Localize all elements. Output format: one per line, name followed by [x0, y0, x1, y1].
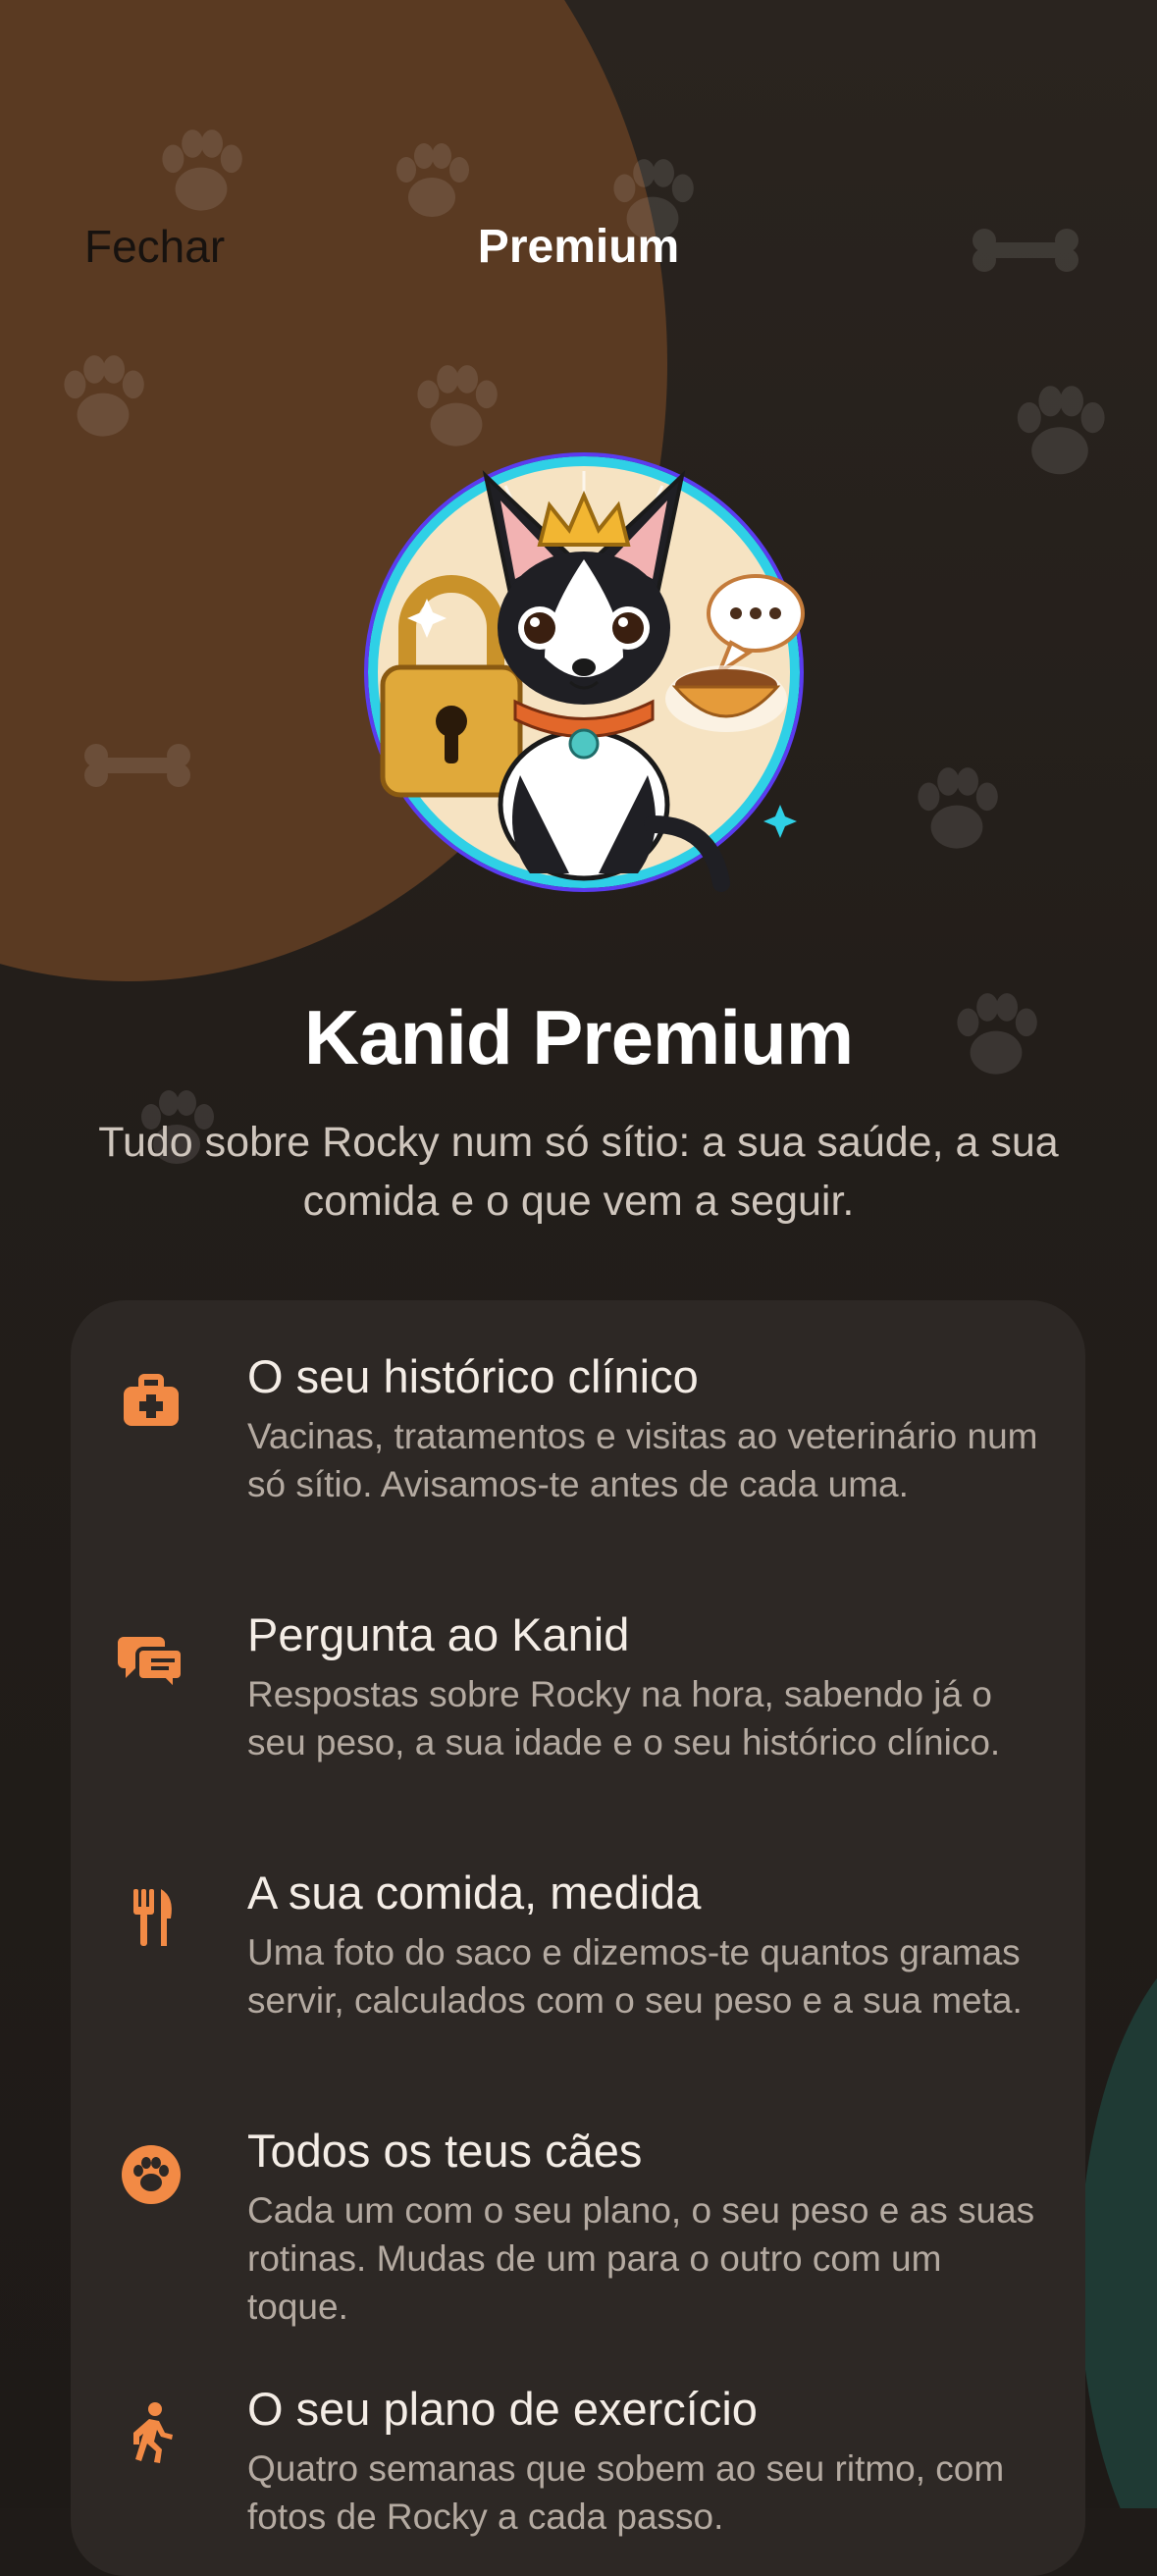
- feature-description: Cada um com o seu plano, o seu peso e as…: [247, 2190, 1035, 2327]
- walking-icon: [133, 2402, 173, 2463]
- food-bowl-icon: [665, 665, 787, 732]
- feature-title: O seu plano de exercício: [247, 2383, 758, 2435]
- feature-description: Uma foto do saco e dizemos-te quantos gr…: [247, 1932, 1023, 2021]
- features-card: O seu histórico clínico Vacinas, tratame…: [71, 1300, 1085, 2576]
- page-title: Premium: [477, 221, 680, 273]
- paw-print-decoration: [1017, 386, 1105, 475]
- premium-dog-illustration: [364, 452, 805, 892]
- feature-title: Todos os teus cães: [247, 2125, 643, 2177]
- chat-bubbles-icon: [118, 1637, 184, 1690]
- premium-subtitle: Tudo sobre Rocky num só sítio: a sua saú…: [98, 1119, 1059, 1225]
- fork-knife-icon: [133, 1889, 172, 1946]
- paw-print-decoration: [918, 767, 998, 849]
- feature-description: Vacinas, tratamentos e visitas ao veteri…: [247, 1416, 1038, 1504]
- feature-description: Quatro semanas que sobem ao seu ritmo, c…: [247, 2448, 1005, 2537]
- feature-title: Pergunta ao Kanid: [247, 1608, 630, 1660]
- paw-icon: [122, 2145, 181, 2204]
- feature-title: A sua comida, medida: [247, 1866, 702, 1919]
- top-bar: Fechar Premium: [0, 196, 1157, 304]
- feature-description: Respostas sobre Rocky na hora, sabendo j…: [247, 1674, 1001, 1762]
- medical-kit-icon: [124, 1374, 179, 1426]
- feature-title: O seu histórico clínico: [247, 1350, 699, 1402]
- premium-headline: Kanid Premium: [303, 994, 854, 1080]
- bone-decoration: [84, 744, 190, 787]
- paw-print-decoration: [64, 355, 144, 437]
